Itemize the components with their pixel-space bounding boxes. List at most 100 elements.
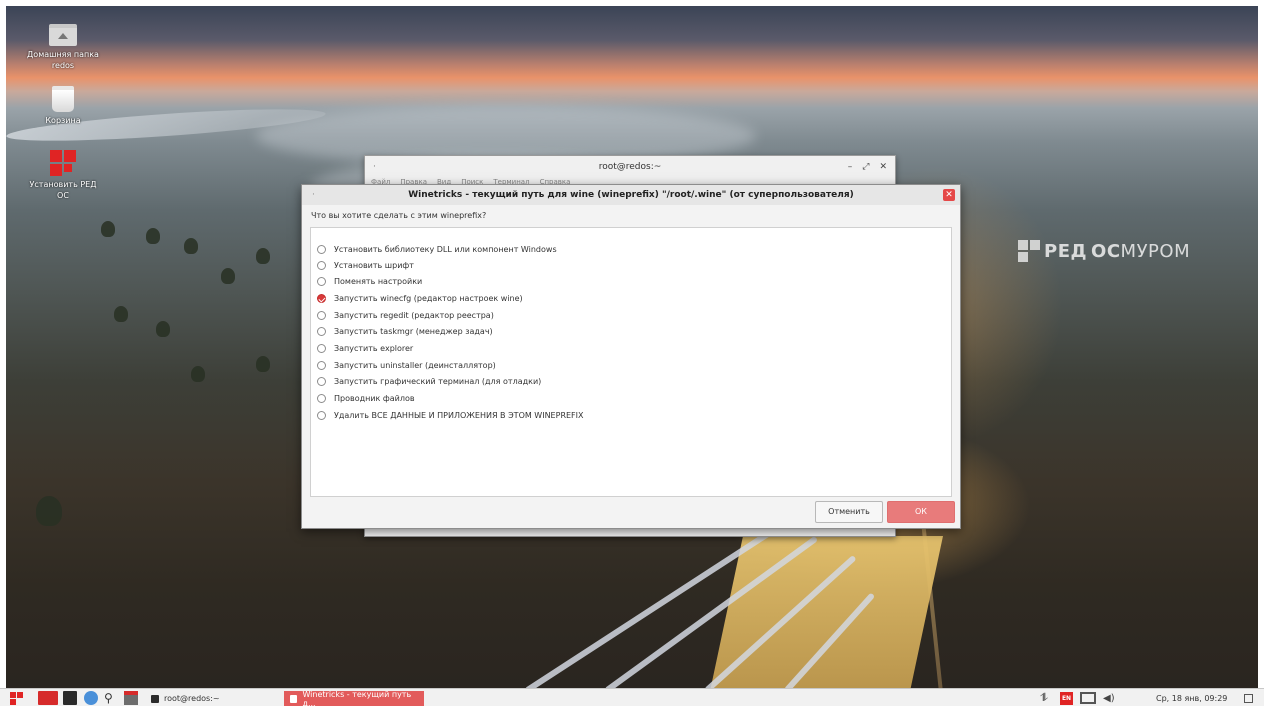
terminal-icon [63,691,77,705]
wallpaper-tree [191,366,205,382]
cancel-button[interactable]: Отменить [815,501,883,523]
desktop-icon-home[interactable]: Домашняя папка redos [23,24,103,71]
watermark-text: ОС [1091,240,1121,262]
option-change-settings[interactable]: Поменять настройки [317,274,422,288]
option-run-regedit[interactable]: Запустить regedit (редактор реестра) [317,308,494,322]
radio-button[interactable] [317,276,326,286]
terminal-titlebar[interactable]: · root@redos:~ – ⤢ ✕ [365,156,895,176]
wallpaper-tree [256,356,270,372]
watermark-text: МУРОМ [1120,240,1191,262]
network-indicator[interactable]: ⥮ [1040,691,1048,705]
redos-watermark: РЕД ОС МУРОМ [1018,240,1190,262]
radio-button[interactable] [317,376,326,386]
option-label: Запустить regedit (редактор реестра) [334,310,494,320]
winetricks-dialog[interactable]: · Winetricks - текущий путь для wine (wi… [301,184,961,529]
office-icon [124,691,138,705]
keyboard-layout-indicator[interactable]: EN [1060,691,1073,705]
option-file-manager[interactable]: Проводник файлов [317,391,415,405]
option-label: Запустить uninstaller (деинсталлятор) [334,360,496,370]
option-label: Поменять настройки [334,276,423,286]
home-folder-icon [49,24,77,46]
close-icon[interactable]: ✕ [879,156,887,178]
option-label: Проводник файлов [334,393,415,403]
wallpaper-tree [114,306,128,322]
window-menu-icon[interactable]: · [373,156,376,178]
option-run-winecfg[interactable]: Запустить winecfg (редактор настроек win… [317,291,523,305]
option-label: Запустить графический терминал (для отла… [334,376,542,386]
taskbar-task-winetricks[interactable]: Winetricks - текущий путь д... [284,689,424,706]
trash-icon [52,86,74,112]
start-menu-button[interactable] [10,691,24,705]
search-icon: ⚲ [104,691,113,705]
terminal-launcher[interactable] [63,691,77,705]
clock[interactable]: Ср, 18 янв, 09:29 [1156,691,1227,705]
network-icon: ⥮ [1040,691,1048,704]
option-install-dll[interactable]: Установить библиотеку DLL или компонент … [317,242,557,256]
dialog-question: Что вы хотите сделать с этим wineprefix? [311,211,487,220]
task-label: Winetricks - текущий путь д... [302,689,412,706]
browser-icon [84,691,98,705]
desktop-icon-trash[interactable]: Корзина [23,86,103,126]
wallpaper-tree [101,221,115,237]
close-icon[interactable]: ✕ [943,189,955,201]
radio-button[interactable] [317,310,326,320]
folder-icon [38,691,58,705]
radio-button[interactable] [317,343,326,353]
window-menu-icon[interactable]: · [312,185,315,205]
desktop-icon-label: Домашняя папка [27,50,99,59]
option-label: Запустить winecfg (редактор настроек win… [334,293,523,303]
terminal-icon [151,694,159,703]
redos-logo-icon [1018,240,1040,262]
radio-button[interactable] [317,360,326,370]
search-launcher[interactable]: ⚲ [104,691,113,705]
terminal-title: root@redos:~ [598,162,662,172]
radio-button[interactable] [317,410,326,420]
desktop-icon-label: Корзина [45,116,81,125]
option-run-terminal[interactable]: Запустить графический терминал (для отла… [317,374,541,388]
wallpaper-bridge [708,536,944,688]
option-label: Запустить explorer [334,343,414,353]
volume-indicator[interactable]: ◀) [1103,691,1115,705]
show-desktop-button[interactable] [1244,691,1253,705]
desktop-icon-label: Установить РЕД ОС [29,180,97,200]
wallpaper-tree [146,228,160,244]
wallpaper-tree [184,238,198,254]
option-install-font[interactable]: Установить шрифт [317,258,414,272]
display-icon [1080,692,1096,704]
wallpaper-tree [256,248,270,264]
desktop-icon-install-redos[interactable]: Установить РЕД ОС [23,150,103,201]
option-run-explorer[interactable]: Запустить explorer [317,341,413,355]
option-delete-wineprefix[interactable]: Удалить ВСЕ ДАННЫЕ И ПРИЛОЖЕНИЯ В ЭТОМ W… [317,408,584,422]
radio-button[interactable] [317,244,326,254]
speaker-icon: ◀) [1103,692,1115,704]
minimize-icon[interactable]: – [848,156,853,178]
option-run-uninstaller[interactable]: Запустить uninstaller (деинсталлятор) [317,358,496,372]
browser-launcher[interactable] [84,691,98,705]
wallpaper-tree [36,496,62,526]
option-run-taskmgr[interactable]: Запустить taskmgr (менеджер задач) [317,324,493,338]
language-badge: EN [1060,691,1073,705]
radio-button[interactable] [317,260,326,270]
clock-text: Ср, 18 янв, 09:29 [1156,693,1228,703]
office-launcher[interactable] [124,691,138,705]
desktop-icon-label: redos [51,61,75,70]
redos-start-icon [10,691,24,705]
dialog-titlebar[interactable]: · Winetricks - текущий путь для wine (wi… [302,185,960,205]
show-desktop-icon [1244,693,1253,703]
option-label: Запустить taskmgr (менеджер задач) [334,326,493,336]
maximize-icon[interactable]: ⤢ [862,156,869,178]
file-manager-launcher[interactable] [38,691,58,705]
taskbar-task-terminal[interactable]: root@redos:~ [145,691,226,706]
radio-button-checked[interactable] [317,293,326,303]
wallpaper-tree [156,321,170,337]
option-label: Установить библиотеку DLL или компонент … [334,244,557,254]
ok-button[interactable]: ОК [887,501,955,523]
option-label: Установить шрифт [334,260,414,270]
dialog-title: Winetricks - текущий путь для wine (wine… [408,190,854,200]
taskbar: ⚲ root@redos:~ Winetricks - текущий путь… [0,688,1264,706]
options-list: Установить библиотеку DLL или компонент … [310,227,952,497]
display-indicator[interactable] [1080,691,1096,705]
redos-install-icon [50,150,76,176]
radio-button[interactable] [317,326,326,336]
radio-button[interactable] [317,393,326,403]
